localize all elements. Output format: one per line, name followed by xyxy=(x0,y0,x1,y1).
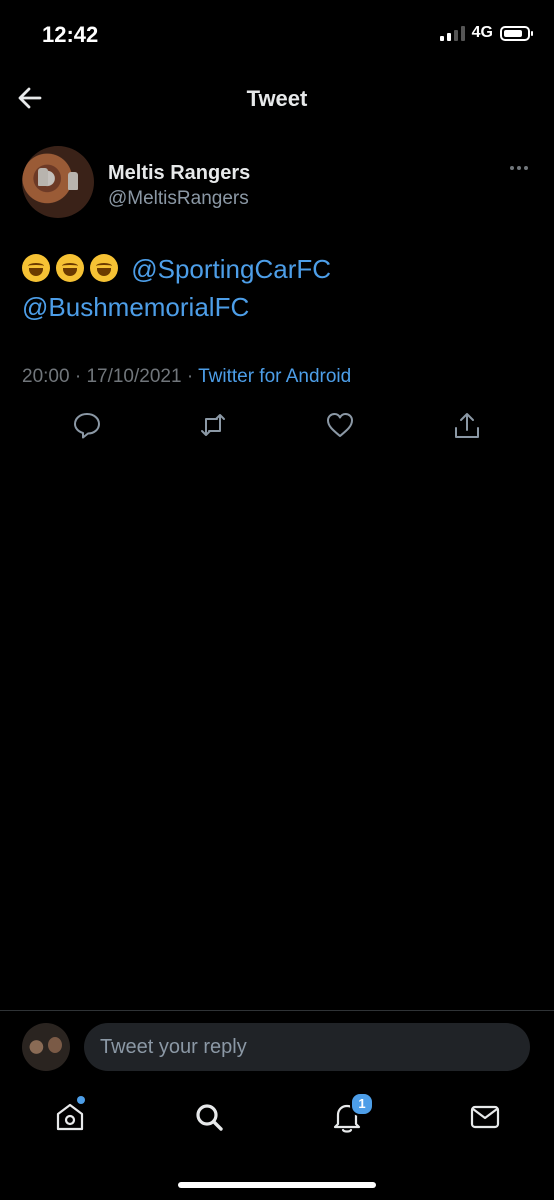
tab-messages[interactable] xyxy=(468,1100,502,1134)
tweet-meta: 20:00 · 17/10/2021 · Twitter for Android xyxy=(22,366,351,388)
nav-header: Tweet xyxy=(0,70,554,126)
tab-notifications[interactable]: 1 xyxy=(330,1092,374,1134)
tweet-author: Meltis Rangers @MeltisRangers xyxy=(22,146,534,220)
status-indicators: 4G xyxy=(439,24,533,42)
like-button[interactable] xyxy=(325,410,355,440)
tweet-date: 17/10/2021 xyxy=(86,366,182,387)
home-indicator[interactable] xyxy=(178,1182,376,1188)
comment-icon xyxy=(74,413,100,439)
mention-link[interactable]: @SportingCarFC xyxy=(131,254,331,284)
share-button[interactable] xyxy=(452,410,482,440)
more-button[interactable] xyxy=(510,166,528,170)
battery-icon xyxy=(500,25,533,41)
tab-search[interactable] xyxy=(192,1100,226,1134)
tweet-time: 20:00 xyxy=(22,366,70,387)
page-title: Tweet xyxy=(246,86,308,111)
author-avatar[interactable] xyxy=(22,146,94,218)
reply-button[interactable] xyxy=(72,410,102,440)
author-handle[interactable]: @MeltisRangers xyxy=(108,188,249,210)
status-bar: 12:42 4G xyxy=(0,0,554,70)
mail-icon xyxy=(470,1105,500,1129)
meta-separator: · xyxy=(74,366,82,387)
rofl-emoji-icon xyxy=(22,254,50,282)
rofl-emoji-icon xyxy=(90,254,118,282)
notifications-badge: 1 xyxy=(350,1092,374,1116)
signal-icon xyxy=(439,25,465,41)
network-type: 4G xyxy=(471,24,493,41)
heart-icon xyxy=(327,413,353,437)
tweet-actions xyxy=(0,410,554,446)
meta-separator: · xyxy=(186,366,194,387)
home-unread-dot xyxy=(77,1096,85,1104)
retweet-button[interactable] xyxy=(198,410,228,440)
share-icon xyxy=(455,413,479,438)
tweet-text: @SportingCarFC @BushmemorialFC xyxy=(22,250,534,326)
reply-bar xyxy=(0,1010,554,1085)
rofl-emoji-icon xyxy=(56,254,84,282)
reply-input[interactable] xyxy=(84,1023,530,1071)
emoji-group xyxy=(22,254,131,284)
tab-home[interactable] xyxy=(53,1096,87,1134)
tweet-source[interactable]: Twitter for Android xyxy=(198,366,351,387)
search-icon xyxy=(196,1104,223,1131)
more-dots-icon xyxy=(510,166,514,170)
status-time: 12:42 xyxy=(42,22,99,47)
retweet-icon xyxy=(201,414,225,436)
home-icon xyxy=(56,1103,84,1131)
author-name[interactable]: Meltis Rangers xyxy=(108,162,250,185)
user-avatar[interactable] xyxy=(22,1023,70,1071)
bottom-tab-bar: 1 xyxy=(0,1086,554,1150)
mention-link[interactable]: @BushmemorialFC xyxy=(22,292,249,322)
